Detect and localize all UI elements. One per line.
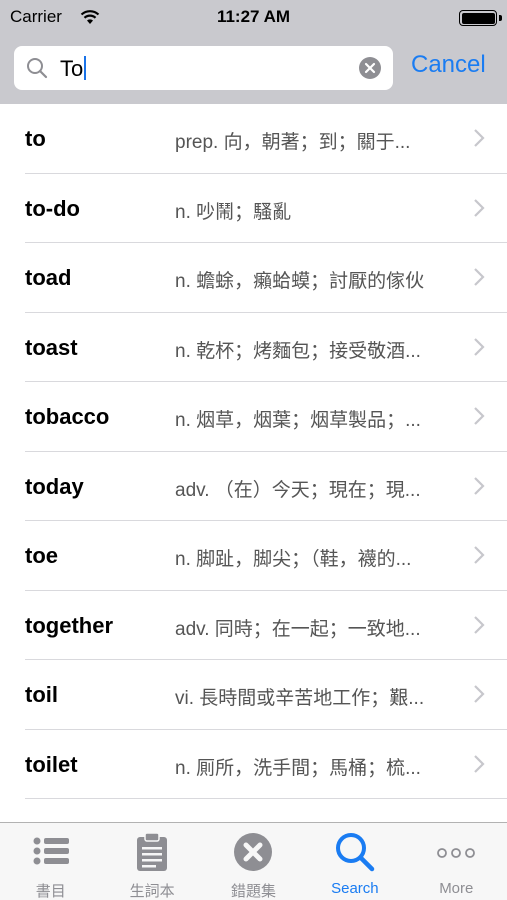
tab-vocabulary[interactable]: 生詞本 <box>101 823 202 900</box>
status-bar: Carrier 11:27 AM <box>0 0 507 36</box>
entry-word: toe <box>25 543 58 568</box>
entry-word: today <box>25 473 84 499</box>
list-icon <box>33 837 69 865</box>
clear-search-button[interactable] <box>359 57 381 79</box>
entry-word: toilet <box>25 751 78 777</box>
chevron-right-icon <box>474 546 485 564</box>
entry-definition: n. 脚趾，脚尖；（鞋，襪的... <box>175 549 412 570</box>
chevron-right-icon <box>474 476 485 495</box>
search-input[interactable]: To <box>14 46 393 90</box>
tab-label: More <box>439 880 474 897</box>
search-input-value[interactable]: To <box>60 56 87 82</box>
entry-definition: n. 厠所，洗手間；馬桶；梳... <box>175 757 421 779</box>
tab-books[interactable]: 書目 <box>0 823 101 900</box>
cancel-button[interactable]: Cancel <box>411 51 486 79</box>
list-item[interactable]: toad n. 蟾蜍，癩蛤蟆；討厭的傢伙 <box>0 243 507 313</box>
list-item[interactable]: toilet n. 厠所，洗手間；馬桶；梳... <box>0 730 507 800</box>
tab-label: 生詞本 <box>129 883 175 900</box>
tab-bar: 書目 生詞本 錯題集 Search More <box>0 822 507 900</box>
tab-label: 錯題集 <box>230 883 276 900</box>
chevron-right-icon <box>474 407 485 425</box>
entry-word: toast <box>25 334 78 360</box>
entry-word: to-do <box>25 195 80 221</box>
search-icon <box>335 833 375 872</box>
chevron-right-icon <box>474 198 485 217</box>
entry-definition: adv. （在）今天；現在；現... <box>175 479 421 501</box>
list-item[interactable]: toil vi. 長時間或辛苦地工作；艱... <box>0 660 507 730</box>
entry-definition: n. 蟾蜍，癩蛤蟆；討厭的傢伙 <box>175 271 425 292</box>
tab-label: Search <box>331 880 379 897</box>
entry-definition: n. 吵鬧；騷亂 <box>175 201 292 223</box>
list-item[interactable]: tobacco n. 烟草，烟葉；烟草製品；... <box>0 382 507 452</box>
battery-icon <box>459 10 497 26</box>
tab-label: 書目 <box>35 883 66 900</box>
battery-tip <box>499 15 502 21</box>
entry-definition: n. 烟草，烟葉；烟草製品；... <box>175 410 421 431</box>
entry-definition: vi. 長時間或辛苦地工作；艱... <box>175 688 425 709</box>
text-caret <box>84 56 87 80</box>
clear-icon <box>364 62 376 74</box>
x-circle-icon <box>234 833 273 871</box>
list-item[interactable]: to-do n. 吵鬧；騷亂 <box>0 174 507 244</box>
chevron-right-icon <box>474 129 485 147</box>
search-icon <box>27 58 48 79</box>
entry-word: tobacco <box>25 404 110 429</box>
list-item[interactable]: together adv. 同時；在一起；一致地... <box>0 591 507 661</box>
more-icon <box>437 848 476 858</box>
entry-word: together <box>25 612 113 638</box>
chevron-right-icon <box>474 337 485 356</box>
entry-word: to <box>25 126 46 151</box>
chevron-right-icon <box>474 685 485 703</box>
tab-search[interactable]: Search <box>304 823 405 900</box>
tab-mistakes[interactable]: 錯題集 <box>203 823 304 900</box>
entry-definition: n. 乾杯；烤麵包；接受敬酒... <box>175 340 421 362</box>
entry-definition: prep. 向，朝著；到；關于... <box>175 132 411 153</box>
clipboard-icon <box>137 832 168 871</box>
entry-word: toad <box>25 265 72 290</box>
entry-word: toil <box>25 682 58 707</box>
chevron-right-icon <box>474 268 485 286</box>
tab-more[interactable]: More <box>406 823 507 900</box>
search-header: To Cancel <box>0 36 507 104</box>
status-time: 11:27 AM <box>216 7 291 26</box>
list-item[interactable]: today adv. （在）今天；現在；現... <box>0 452 507 522</box>
list-item[interactable]: to prep. 向，朝著；到；關于... <box>0 104 507 174</box>
chevron-right-icon <box>474 615 485 634</box>
chevron-right-icon <box>474 754 485 773</box>
list-item[interactable]: toe n. 脚趾，脚尖；（鞋，襪的... <box>0 521 507 591</box>
list-item[interactable]: toast n. 乾杯；烤麵包；接受敬酒... <box>0 313 507 383</box>
results-list: to prep. 向，朝著；到；關于... to-do n. 吵鬧；騷亂 toa… <box>0 104 507 799</box>
entry-definition: adv. 同時；在一起；一致地... <box>175 618 421 640</box>
